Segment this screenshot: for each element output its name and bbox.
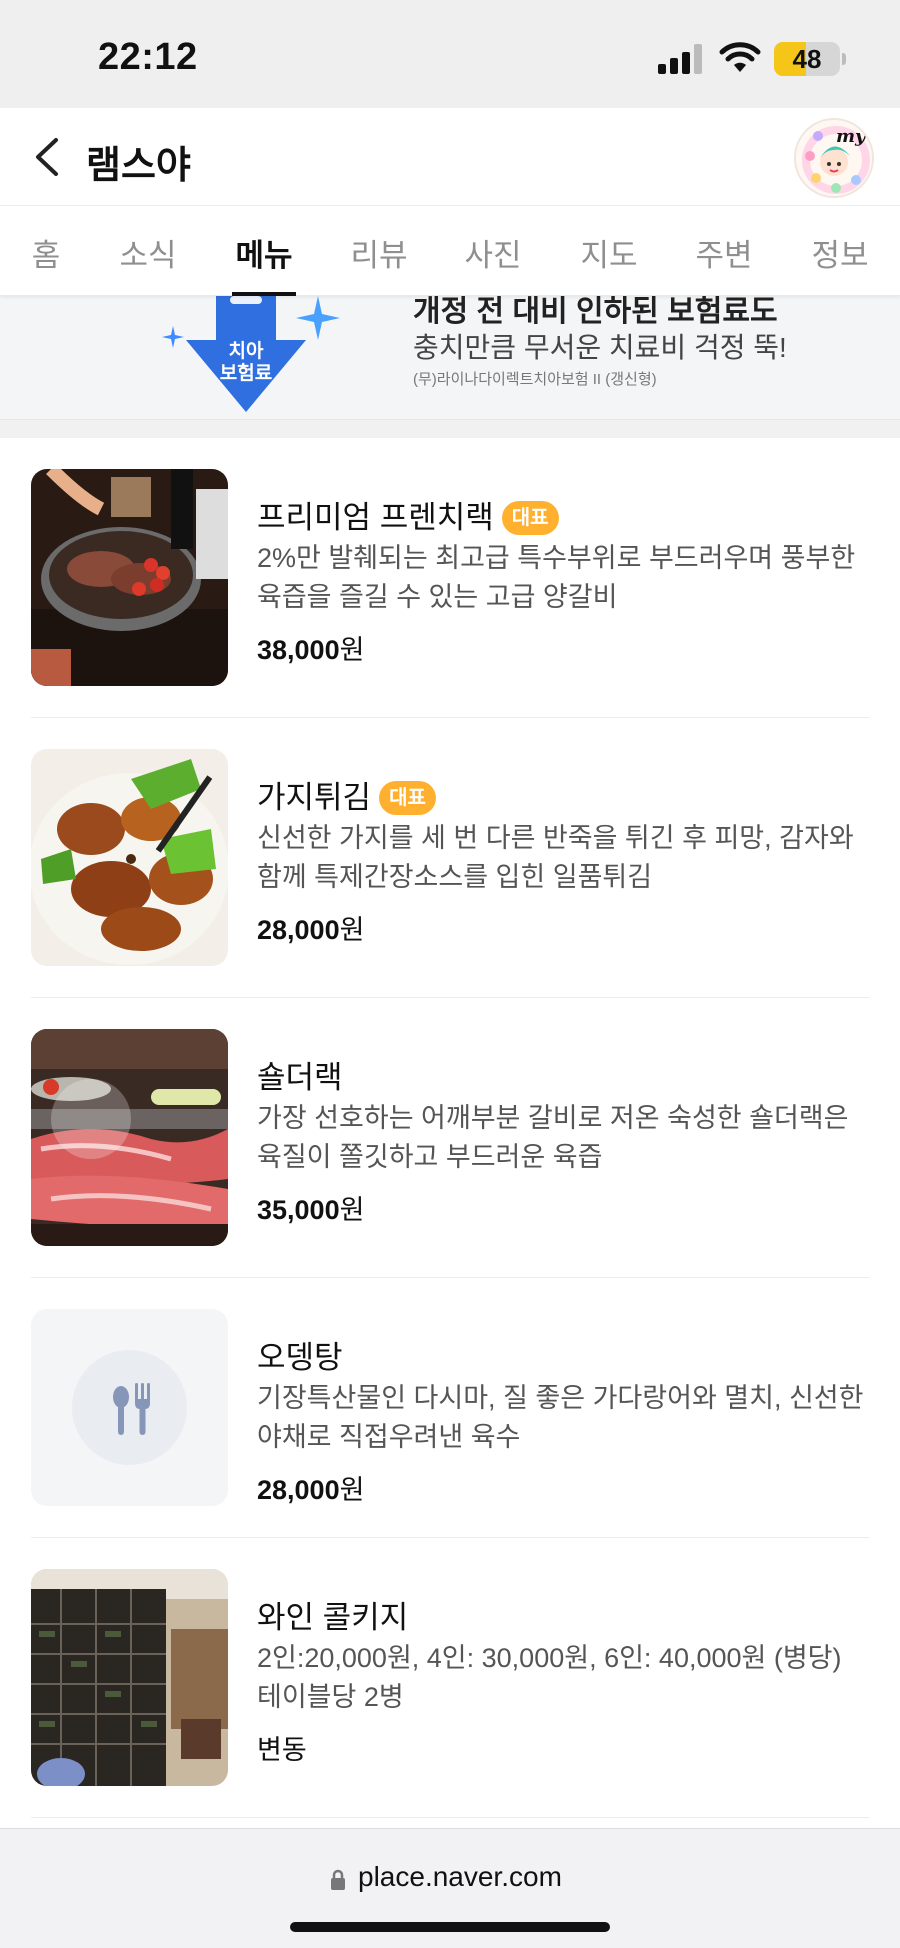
wifi-icon <box>719 42 761 72</box>
browser-url-bar[interactable]: place.naver.com <box>0 1828 900 1948</box>
menu-item-price: 변동 <box>257 1728 307 1767</box>
lock-icon <box>331 1869 345 1890</box>
tab-news[interactable]: 소식 <box>119 230 176 275</box>
menu-item-name: 숄더랙 <box>257 1052 343 1097</box>
place-title: 램스야 <box>86 145 191 187</box>
utensils-icon <box>113 1383 150 1435</box>
signature-badge: 대표 <box>379 781 436 815</box>
status-bar: 22:12 48 <box>0 0 900 108</box>
menu-item-name: 오뎅탕 <box>257 1332 343 1377</box>
price-unit: 원 <box>339 1475 365 1505</box>
battery-icon: 48 <box>774 42 840 76</box>
menu-photo-placeholder[interactable] <box>31 1309 228 1506</box>
item-divider <box>31 1277 869 1278</box>
battery-tip <box>842 53 846 65</box>
price-unit: 원 <box>339 915 365 945</box>
menu-item-name: 프리미엄 프렌치랙 대표 <box>257 492 559 537</box>
price-amount: 35,000 <box>257 1195 340 1225</box>
menu-item-price: 28,000원 <box>257 908 364 947</box>
price-unit: 원 <box>339 1195 365 1225</box>
tab-photos[interactable]: 사진 <box>464 230 521 275</box>
menu-item-price: 35,000원 <box>257 1188 364 1227</box>
price-amount: 28,000 <box>257 915 340 945</box>
item-divider <box>31 717 869 718</box>
menu-item-title: 가지튀김 <box>257 780 372 815</box>
price-unit: 원 <box>339 635 365 665</box>
my-profile-avatar[interactable]: my <box>794 118 874 198</box>
top-navigation-bar: 램스야 my <box>0 108 900 206</box>
back-arrow-icon[interactable] <box>24 132 74 182</box>
item-divider <box>31 1537 869 1538</box>
ad-subtext: 충치만큼 무서운 치료비 걱정 뚝! <box>413 332 787 363</box>
signature-badge: 대표 <box>501 501 559 535</box>
menu-photo-lamb-rack[interactable] <box>31 469 228 686</box>
ad-badge-line2: 보험료 <box>219 363 273 384</box>
menu-item-title: 프리미엄 프렌치랙 <box>257 500 494 535</box>
tab-home[interactable]: 홈 <box>32 230 61 275</box>
menu-item-title: 숄더랙 <box>257 1060 343 1095</box>
menu-item-title: 와인 콜키지 <box>257 1600 409 1635</box>
tab-nearby[interactable]: 주변 <box>695 230 752 275</box>
battery-percentage: 48 <box>792 44 822 74</box>
menu-photo-wine-shelf[interactable] <box>31 1569 228 1786</box>
avatar-my-label: my <box>836 126 866 147</box>
tab-menu[interactable]: 메뉴 <box>235 230 292 275</box>
price-amount: 28,000 <box>257 1475 340 1505</box>
item-divider <box>31 997 869 998</box>
section-divider <box>0 420 900 438</box>
price-amount: 38,000 <box>257 635 340 665</box>
home-indicator[interactable] <box>290 1922 610 1932</box>
menu-item-name: 가지튀김 대표 <box>257 772 436 817</box>
menu-photo-fried-eggplant[interactable] <box>31 749 228 966</box>
tab-info[interactable]: 정보 <box>811 230 868 275</box>
sparkle-icon <box>162 326 184 348</box>
insurance-ad-banner[interactable]: 치아 보험료 개정 전 대비 인하된 보험료도 충치만큼 무서운 치료비 걱정 … <box>0 296 900 420</box>
menu-item-description: 기장특산물인 다시마, 질 좋은 가다랑어와 멸치, 신선한 야채로 직접우려낸… <box>257 1383 864 1452</box>
cellular-signal-icon <box>658 44 704 74</box>
place-tab-bar: 홈 소식 메뉴 리뷰 사진 지도 주변 정보 <box>0 206 900 296</box>
tab-map[interactable]: 지도 <box>580 230 637 275</box>
menu-item-description: 2인:20,000원, 4인: 30,000원, 6인: 40,000원 (병당… <box>257 1643 842 1712</box>
menu-item-description: 2%만 발췌되는 최고급 특수부위로 부드러우며 풍부한 육즙을 즐길 수 있는… <box>257 543 856 612</box>
menu-item-price: 28,000원 <box>257 1468 364 1507</box>
ad-fine-print: (무)라이나다이렉트치아보험 II (갱신형) <box>413 371 657 388</box>
menu-item-description: 신선한 가지를 세 번 다른 반죽을 튀긴 후 피망, 감자와 함께 특제간장소… <box>257 823 854 892</box>
active-tab-indicator <box>232 292 296 296</box>
tab-reviews[interactable]: 리뷰 <box>350 230 407 275</box>
status-time: 22:12 <box>98 36 198 78</box>
sparkle-icon <box>296 296 340 340</box>
menu-item-description: 가장 선호하는 어깨부분 갈비로 저온 숙성한 숄더랙은 육질이 쫄깃하고 부드… <box>257 1103 849 1172</box>
price-unit: 변동 <box>257 1735 307 1765</box>
menu-photo-shoulder-rack[interactable] <box>31 1029 228 1246</box>
menu-item-name: 와인 콜키지 <box>257 1592 408 1637</box>
menu-item-price: 38,000원 <box>257 628 364 667</box>
item-divider <box>31 1817 869 1818</box>
url-text[interactable]: place.naver.com <box>358 1861 562 1893</box>
ad-headline: 개정 전 대비 인하된 보험료도 <box>413 296 778 328</box>
menu-item-title: 오뎅탕 <box>257 1340 343 1375</box>
